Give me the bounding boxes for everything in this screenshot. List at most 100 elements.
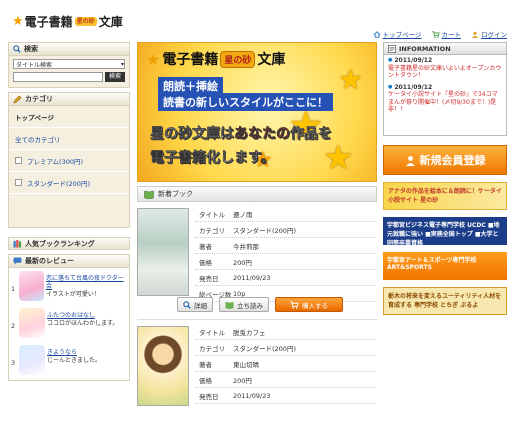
detail-button-label: 詳細: [194, 301, 207, 310]
info-value: 200円: [233, 376, 252, 385]
review-book-title[interactable]: 恋に落ちて台風の夜ドクター会: [46, 275, 127, 291]
info-value: 今井莉那: [233, 242, 259, 251]
book-info-row: タイトル 脱兎カフェ: [195, 324, 375, 340]
category-item-label: スタンダード(200円): [27, 179, 90, 188]
info-key: タイトル: [199, 328, 225, 337]
search-button[interactable]: 検索: [104, 72, 125, 82]
category-item-label: プレミアム(300円): [27, 157, 84, 166]
banner-headline-part: 星の砂文庫は: [150, 126, 234, 142]
ad-banner-tochigi[interactable]: 栃木の将来を変えるユーティリティ人材を育成する 専門学校 とちぎ ぶるよ: [383, 287, 507, 315]
news-date: 2011/09/12: [388, 84, 502, 92]
book-cover[interactable]: [137, 208, 189, 296]
new-books-header: 新着ブック: [137, 186, 377, 202]
info-value: スタンダード(200円): [233, 344, 296, 353]
left-sidebar: 検索 タイトル検索 ▾ 検索 カテゴリ トップページ 全てのカテゴリ プレミアム…: [8, 42, 130, 381]
hero-banner[interactable]: ★ ★ ★ ★ ★ 電子書籍 星の砂 文庫 朗読＋挿絵 読書の新しいスタイルがこ…: [137, 42, 377, 182]
chevron-down-icon: ▾: [120, 60, 124, 68]
ad-banner-hoshinosuna[interactable]: アナタの作品を絵本に＆朗読に！ケータイ小説サイト 星の砂: [383, 182, 507, 210]
banner-headline-2: 電子書籍化します。: [150, 150, 275, 166]
checkbox-icon: [15, 179, 22, 186]
banner-title-suffix: 文庫: [257, 52, 286, 68]
buy-button-label: 購入する: [302, 301, 328, 310]
book-item: タイトル 脱兎カフェ カテゴリ スタンダード(200円) 著者 東山切晴 価格 200円…: [137, 320, 377, 410]
home-icon: [373, 30, 381, 38]
info-key: 価格: [199, 376, 212, 385]
banner-tagline-2: 読書の新しいスタイルがここに！: [158, 93, 333, 111]
ad-text: 宇都宮ビジネス電子専門学校 UCDC ■地元就職に強い ■実務全国トップ ■大学…: [387, 222, 500, 245]
review-thumbnail[interactable]: [19, 345, 45, 375]
top-page-label: トップページ: [382, 31, 422, 39]
review-item[interactable]: 1 恋に落ちて台風の夜ドクター会 イラストが可愛い！: [9, 268, 129, 305]
info-key: タイトル: [199, 210, 225, 219]
review-rank: 1: [11, 285, 16, 293]
detail-button[interactable]: 詳細: [177, 297, 213, 312]
top-page-link[interactable]: トップページ: [373, 29, 422, 39]
search-input[interactable]: [13, 72, 103, 82]
review-rank: 3: [11, 359, 16, 367]
review-text: イラストが可愛い！: [45, 291, 100, 298]
book-icon: [144, 190, 154, 199]
site-logo[interactable]: ★ 電子書籍 星の砂 文庫: [12, 13, 123, 30]
register-button[interactable]: 新規会員登録: [383, 145, 507, 175]
news-item[interactable]: 2011/09/12 ケータイ小説サイト『星の砂』で34コマまんが祭り開催中！(…: [384, 82, 506, 116]
banner-headline-highlight: あなたの: [234, 126, 290, 142]
book-info: タイトル 脱兎カフェ カテゴリ スタンダード(200円) 著者 東山切晴 価格 200円…: [195, 324, 375, 404]
info-key: 発売日: [199, 392, 219, 401]
trial-read-button[interactable]: 立ち読み: [219, 297, 269, 312]
star-icon: ★: [338, 63, 364, 96]
news-item[interactable]: 2011/09/12 電子書籍星の砂文庫いよいよオープンカウントダウン！: [384, 55, 506, 82]
category-item-premium[interactable]: プレミアム(300円): [9, 150, 129, 172]
review-book-title[interactable]: ふたつのおはなし: [47, 312, 118, 320]
book-info-row: 価格 200円: [195, 372, 375, 388]
category-item-standard[interactable]: スタンダード(200円): [9, 172, 129, 194]
review-title-text: 最新のレビュー: [25, 257, 74, 265]
news-text[interactable]: ケータイ小説サイト『星の砂』で34コマまんが祭り開催中！(〆切9/30まで！)是…: [388, 91, 502, 114]
category-item-top[interactable]: トップページ: [9, 106, 129, 128]
ranking-link[interactable]: 人気ブックランキング: [8, 237, 130, 250]
review-text: ココロがほんわかします。: [47, 320, 119, 327]
info-value: 200円: [233, 258, 252, 267]
ad-banner-ucdc[interactable]: 宇都宮ビジネス電子専門学校 UCDC ■地元就職に強い ■実務全国トップ ■大学…: [383, 217, 507, 245]
buy-button[interactable]: 購入する: [275, 297, 343, 312]
banner-headline-part: 作品を: [290, 126, 332, 142]
cart-label: カート: [441, 31, 462, 39]
category-item-all[interactable]: 全てのカテゴリ: [9, 128, 129, 150]
category-item-label: 全てのカテゴリ: [15, 135, 61, 144]
book-info-row: 価格 200円: [195, 254, 375, 270]
ad-text: 栃木の将来を変えるユーティリティ人材を育成する 専門学校 とちぎ ぶるよ: [388, 293, 502, 309]
category-box-title: カテゴリ: [9, 93, 129, 106]
review-box: 最新のレビュー 1 恋に落ちて台風の夜ドクター会 イラストが可愛い！ 2 ふたつの…: [8, 254, 130, 381]
book-info-row: 著者 今井莉那: [195, 238, 375, 254]
info-key: 著者: [199, 360, 212, 369]
book-open-icon: [225, 301, 234, 309]
review-thumbnail[interactable]: [18, 271, 44, 301]
star-icon: ★: [323, 138, 354, 178]
info-key: カテゴリ: [199, 226, 225, 235]
books-icon: [13, 239, 22, 248]
ad-text: アナタの作品を絵本に＆朗読に！ケータイ小説サイト 星の砂: [388, 188, 502, 204]
review-rank: 2: [11, 322, 16, 330]
review-thumbnail[interactable]: [19, 308, 45, 338]
login-label: ログイン: [481, 31, 507, 39]
news-text[interactable]: 電子書籍星の砂文庫いよいよオープンカウントダウン！: [388, 65, 502, 80]
review-item[interactable]: 2 ふたつのおはなし ココロがほんわかします。: [9, 305, 129, 342]
cart-link[interactable]: カート: [431, 29, 462, 39]
register-button-label: 新規会員登録: [419, 154, 486, 167]
information-title-text: INFORMATION: [399, 44, 451, 53]
new-books-title: 新着ブック: [158, 190, 193, 198]
search-type-select[interactable]: タイトル検索 ▾: [13, 59, 125, 69]
news-date: 2011/09/12: [388, 57, 502, 65]
search-box: 検索 タイトル検索 ▾ 検索: [8, 42, 130, 88]
ad-banner-art-sports[interactable]: 宇都宮アート＆スポーツ専門学校 ART&SPORTS: [383, 252, 507, 280]
category-title-text: カテゴリ: [25, 95, 53, 103]
pencil-icon: [13, 95, 22, 104]
cart-icon: [431, 30, 440, 38]
trial-read-label: 立ち読み: [237, 301, 263, 310]
review-item[interactable]: 3 きようなら じーんときました。: [9, 342, 129, 379]
review-book-title[interactable]: きようなら: [47, 349, 101, 357]
book-cover[interactable]: [137, 326, 189, 406]
book-info-row: カテゴリ スタンダード(200円): [195, 340, 375, 356]
news-icon: [388, 44, 396, 53]
star-icon: ★: [146, 49, 161, 69]
login-link[interactable]: ログイン: [471, 29, 507, 39]
